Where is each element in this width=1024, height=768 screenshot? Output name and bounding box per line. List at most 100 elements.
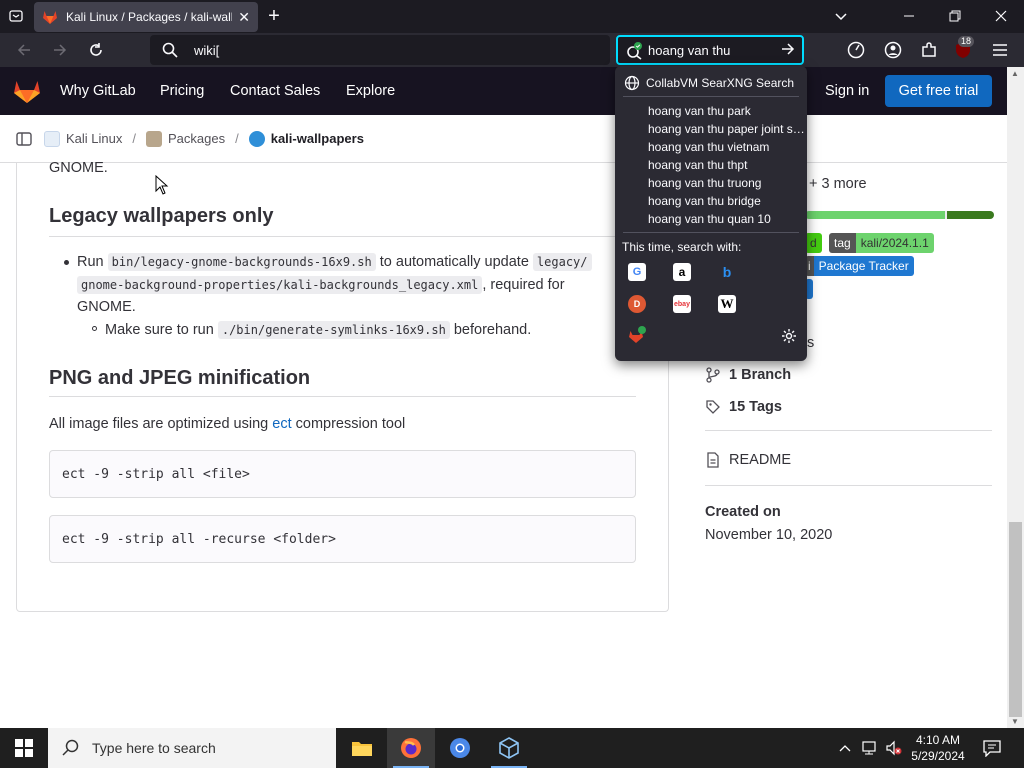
nav-pricing[interactable]: Pricing (160, 83, 204, 99)
suggestion-item[interactable]: hoang van thu thpt (648, 158, 806, 172)
nav-contact-sales[interactable]: Contact Sales (230, 83, 320, 99)
file-explorer-icon[interactable] (338, 728, 386, 768)
restore-window-icon[interactable] (943, 4, 967, 28)
inline-code-symlinks: ./bin/generate-symlinks-16x9.sh (217, 321, 450, 339)
scroll-up-icon[interactable]: ▲ (1011, 69, 1019, 78)
taskbar-clock[interactable]: 4:10 AM 5/29/2024 (906, 732, 970, 764)
list-item-run: Run bin/legacy-gnome-backgrounds-16x9.sh… (77, 253, 592, 271)
sidebar-divider (705, 430, 992, 431)
show-hidden-icons-chevron-icon[interactable] (838, 728, 852, 768)
tag-icon (706, 400, 720, 414)
free-trial-button[interactable]: Get free trial (885, 75, 992, 107)
tab-list-icon[interactable] (4, 4, 28, 28)
partial-badge[interactable]: d (805, 233, 822, 253)
sublist-item: Make sure to run ./bin/generate-symlinks… (105, 321, 532, 339)
ect-link[interactable]: ect (272, 416, 291, 432)
scroll-thumb[interactable] (1009, 522, 1022, 717)
project-globe-avatar (248, 130, 265, 147)
heading-legacy-wallpapers: Legacy wallpapers only (49, 205, 274, 227)
suggestion-item[interactable]: hoang van thu park (648, 104, 806, 118)
suggestion-item[interactable]: hoang van thu paper joint stock (648, 122, 806, 136)
readme-link[interactable]: README (705, 452, 791, 468)
code-block-file: ect -9 -strip all <file> (49, 450, 636, 498)
tab-close-icon[interactable]: ✕ (238, 9, 250, 26)
speed-dial-icon[interactable] (844, 38, 868, 62)
created-on-label: Created on (705, 504, 781, 520)
sign-in-link[interactable]: Sign in (825, 83, 869, 99)
wikipedia-icon[interactable]: W (718, 295, 736, 313)
breadcrumb-kali-linux[interactable]: Kali Linux (44, 130, 122, 147)
back-arrow-icon[interactable] (11, 37, 37, 63)
chromium-taskbar-icon[interactable] (436, 728, 484, 768)
scroll-down-icon[interactable]: ▼ (1011, 717, 1019, 726)
bing-icon[interactable]: b (718, 263, 736, 281)
windows-taskbar: Type here to search 4:10 AM 5/29/2024 (0, 728, 1024, 768)
kali-group-avatar (44, 130, 60, 147)
searxng-search-icon (627, 42, 642, 60)
menu-hamburger-icon[interactable] (988, 38, 1012, 62)
heading-divider (49, 396, 636, 397)
search-bar[interactable]: hoang van thu (616, 35, 804, 65)
taskbar-search-placeholder: Type here to search (92, 740, 216, 756)
breadcrumb-kali-wallpapers[interactable]: kali-wallpapers (248, 130, 364, 147)
inline-code-legacy: legacy/ (532, 253, 592, 271)
dropdown-divider (623, 232, 799, 233)
search-suggestions-popup: CollabVM SearXNG Search hoang van thu pa… (615, 66, 807, 361)
volume-muted-icon[interactable] (885, 728, 903, 768)
suggestion-item[interactable]: hoang van thu bridge (648, 194, 806, 208)
close-window-icon[interactable] (989, 4, 1013, 28)
tags-link[interactable]: 15 Tags (705, 399, 782, 415)
language-segment-2 (947, 211, 994, 219)
search-go-arrow-icon[interactable] (780, 41, 796, 62)
nav-explore[interactable]: Explore (346, 83, 395, 99)
virtualbox-taskbar-icon[interactable] (485, 728, 533, 768)
page-scrollbar[interactable]: ▲ ▼ (1007, 67, 1024, 728)
code-block-folder: ect -9 -strip all -recurse <folder> (49, 515, 636, 563)
clock-time: 4:10 AM (915, 733, 961, 747)
breadcrumb-packages[interactable]: Packages (146, 130, 225, 147)
minimize-window-icon[interactable] (897, 4, 921, 28)
taskbar-search-box[interactable]: Type here to search (48, 728, 336, 768)
forward-arrow-icon[interactable] (47, 37, 73, 63)
nav-why-gitlab[interactable]: Why GitLab (60, 83, 136, 99)
search-icon (162, 42, 178, 58)
network-icon[interactable] (862, 728, 880, 768)
gitlab-logo-icon[interactable] (13, 78, 41, 104)
branches-link[interactable]: 1 Branch (705, 367, 791, 383)
partial-sidebar-text: s (807, 335, 815, 351)
language-bar (805, 211, 994, 219)
notifications-icon[interactable] (982, 728, 1002, 768)
current-engine-row[interactable]: CollabVM SearXNG Search (624, 75, 794, 91)
branch-icon (706, 367, 720, 383)
windows-start-icon[interactable] (0, 728, 48, 768)
browser-tab-bar: Kali Linux / Packages / kali-wallpapers … (0, 0, 1024, 33)
sidebar-toggle-icon[interactable] (16, 131, 32, 147)
package-tracker-badge[interactable]: i Package Tracker (805, 256, 914, 276)
amazon-icon[interactable]: a (673, 263, 691, 281)
active-tab[interactable]: Kali Linux / Packages / kali-wallpapers … (34, 2, 258, 32)
search-settings-gear-icon[interactable] (780, 327, 798, 345)
tag-badge[interactable]: tag kali/2024.1.1 (829, 233, 934, 253)
url-bar[interactable]: wiki[ (150, 35, 610, 65)
extensions-puzzle-icon[interactable] (917, 38, 941, 62)
suggestion-item[interactable]: hoang van thu truong (648, 176, 806, 190)
account-icon[interactable] (881, 38, 905, 62)
reload-icon[interactable] (83, 37, 109, 63)
google-icon[interactable]: G (628, 263, 646, 281)
search-input[interactable]: hoang van thu (648, 43, 730, 58)
duckduckgo-icon[interactable]: D (628, 295, 646, 313)
heading-png-jpeg: PNG and JPEG minification (49, 367, 311, 389)
breadcrumb-separator: / (235, 131, 239, 146)
new-tab-button[interactable]: + (262, 4, 286, 28)
tab-title: Kali Linux / Packages / kali-wallpapers (66, 10, 233, 24)
suggestion-item[interactable]: hoang van thu vietnam (648, 140, 806, 154)
gitlab-header: Why GitLab Pricing Contact Sales Explore… (0, 67, 1007, 115)
list-all-tabs-icon[interactable] (829, 4, 853, 28)
searxng-icon[interactable] (628, 326, 646, 344)
ebay-icon[interactable]: ebay (673, 295, 691, 313)
firefox-taskbar-icon[interactable] (387, 728, 435, 768)
breadcrumb-separator: / (132, 131, 136, 146)
sidebar-divider (705, 485, 992, 486)
suggestion-item[interactable]: hoang van thu quan 10 (648, 212, 806, 226)
more-topics-link[interactable]: + 3 more (809, 176, 867, 192)
